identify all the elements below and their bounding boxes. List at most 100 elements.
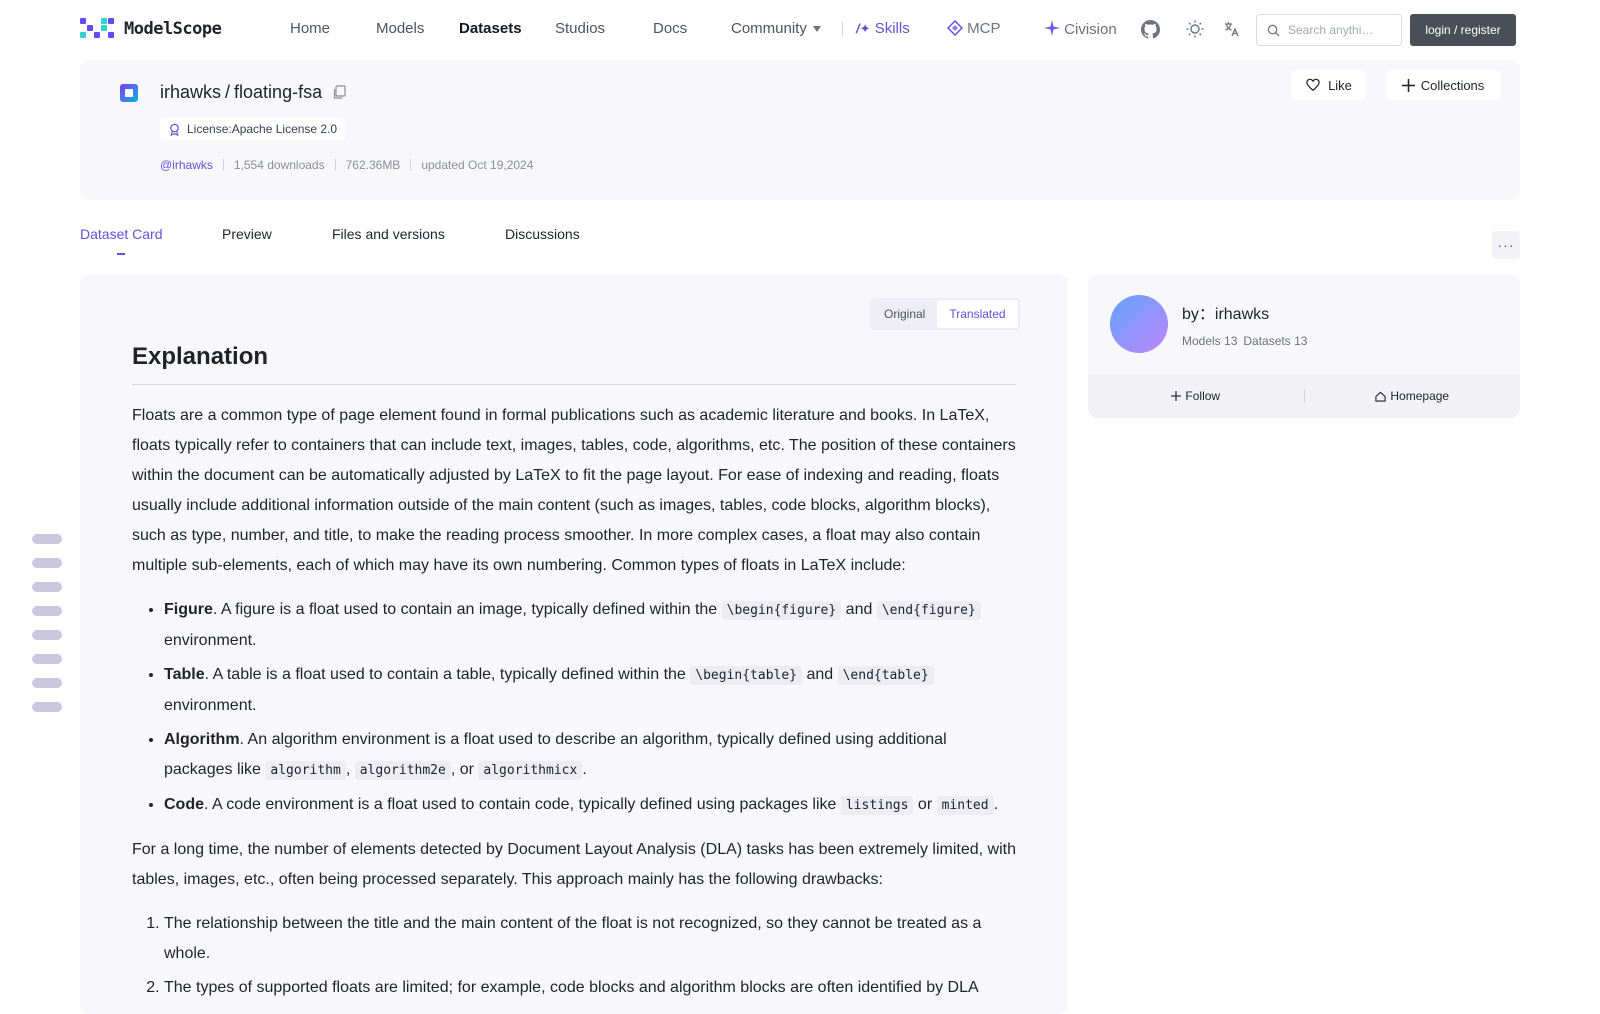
search-input[interactable] <box>1288 23 1388 37</box>
list-term: Figure <box>164 601 213 618</box>
list-item: The relationship between the title and t… <box>164 909 1016 969</box>
nav-mcp[interactable]: MCP <box>946 19 1001 37</box>
nav-community[interactable]: Community <box>731 20 821 37</box>
avatar[interactable] <box>1110 295 1168 353</box>
toc-marker[interactable] <box>32 630 62 640</box>
download-count: 1,554 downloads <box>233 158 325 172</box>
search-box[interactable] <box>1256 14 1402 46</box>
theme-sun-icon[interactable] <box>1185 19 1205 39</box>
nav-skills[interactable]: /✦ Skills <box>856 20 910 37</box>
modelscope-logo[interactable]: ModelScope <box>80 18 222 40</box>
title-slash: / <box>225 82 231 102</box>
toc-marker[interactable] <box>32 582 62 592</box>
nav-studios[interactable]: Studios <box>555 20 605 37</box>
nav-docs[interactable]: Docs <box>653 20 687 37</box>
nav-models[interactable]: Models <box>376 20 424 37</box>
nav-mcp-label: MCP <box>967 20 1001 37</box>
dataset-logo-icon <box>120 84 138 102</box>
homepage-button[interactable]: Homepage <box>1305 389 1521 403</box>
license-badge-icon <box>170 123 179 136</box>
github-icon[interactable] <box>1140 19 1160 39</box>
list-item: The types of supported floats are limite… <box>164 973 1016 1003</box>
updated-date: updated Oct 19,2024 <box>421 158 534 172</box>
nav-home[interactable]: Home <box>290 20 330 37</box>
dataset-size: 762.36MB <box>345 158 401 172</box>
inline-code: \begin{table} <box>690 666 802 685</box>
toc-marker[interactable] <box>32 654 62 664</box>
translation-toggle: Original Translated <box>870 298 1020 330</box>
list-text: environment. <box>164 697 257 714</box>
inline-code: minted <box>936 796 994 815</box>
paragraph: Floats are a common type of page element… <box>132 407 1016 574</box>
like-label: Like <box>1328 77 1352 93</box>
home-icon <box>1375 391 1387 402</box>
author-models-count[interactable]: Models 13 <box>1182 334 1237 348</box>
author-datasets-count[interactable]: Datasets 13 <box>1243 334 1307 348</box>
nav-community-label: Community <box>731 20 807 37</box>
toc-marker[interactable] <box>32 606 62 616</box>
author-name[interactable]: by：irhawks <box>1182 300 1269 324</box>
list-term: Table <box>164 666 205 683</box>
tab-dataset-card[interactable]: Dataset Card <box>80 226 162 255</box>
collections-button[interactable]: Collections <box>1386 70 1500 100</box>
translated-toggle[interactable]: Translated <box>937 300 1018 328</box>
tab-discussions[interactable]: Discussions <box>505 226 580 242</box>
dataset-header-card: irhawks / floating-fsa License:Apache Li… <box>80 60 1520 200</box>
toc-outline <box>32 534 62 726</box>
license-tag[interactable]: License:Apache License 2.0 <box>160 118 346 140</box>
dataset-name: floating-fsa <box>234 82 323 102</box>
inline-code: algorithmicx <box>478 761 583 780</box>
owner-handle-link[interactable]: @irhawks <box>160 158 213 172</box>
collections-label: Collections <box>1420 77 1485 93</box>
list-text: , <box>345 761 355 778</box>
dataset-owner-link[interactable]: irhawks <box>160 82 221 103</box>
section-heading: Explanation <box>132 342 1016 385</box>
author-card: by：irhawks Models 13 Datasets 13 Follow … <box>1088 274 1520 418</box>
list-item: Algorithm. An algorithm environment is a… <box>164 725 1016 786</box>
follow-label: Follow <box>1185 389 1221 403</box>
author-actions: Follow Homepage <box>1088 374 1520 418</box>
tab-files-and-versions[interactable]: Files and versions <box>332 226 445 242</box>
inline-code: algorithm2e <box>354 761 451 780</box>
tab-preview[interactable]: Preview <box>222 226 272 242</box>
inline-code: \begin{figure} <box>721 601 842 620</box>
nav-civision-label: Civision <box>1064 21 1117 38</box>
login-register-button[interactable]: login / register <box>1410 14 1516 46</box>
dataset-card-content: Original Translated Explanation Floats a… <box>80 274 1068 1014</box>
like-button[interactable]: Like <box>1292 70 1366 100</box>
meta-divider <box>410 159 412 171</box>
toc-marker[interactable] <box>32 702 62 712</box>
list-term: Algorithm <box>164 731 240 748</box>
list-text: . A code environment is a float used to … <box>204 796 841 813</box>
logo-text: ModelScope <box>124 19 222 39</box>
dataset-title: irhawks / floating-fsa <box>160 82 347 103</box>
list-item: Table. A table is a float used to contai… <box>164 660 1016 721</box>
follow-button[interactable]: Follow <box>1088 389 1304 403</box>
list-text: . A figure is a float used to contain an… <box>212 601 722 618</box>
logo-mark-icon <box>80 18 118 40</box>
nav-civision[interactable]: Civision <box>1044 20 1117 38</box>
list-text: . A table is a float used to contain a t… <box>204 666 691 683</box>
inline-code: \end{table} <box>837 666 934 685</box>
license-text: License:Apache License 2.0 <box>187 122 338 136</box>
list-item: Code. A code environment is a float used… <box>164 790 1016 821</box>
meta-divider <box>334 159 336 171</box>
nav-datasets[interactable]: Datasets <box>459 20 522 37</box>
list-text: and <box>841 601 877 618</box>
original-toggle[interactable]: Original <box>872 300 937 328</box>
caret-down-icon <box>812 26 821 33</box>
toc-marker[interactable] <box>32 558 62 568</box>
list-text: environment. <box>164 632 257 649</box>
plus-icon <box>1401 78 1415 92</box>
toc-marker[interactable] <box>32 678 62 688</box>
plus-icon <box>1171 391 1182 401</box>
inline-code: \end{figure} <box>876 601 981 620</box>
list-text: . <box>582 761 587 778</box>
list-text: or <box>913 796 937 813</box>
language-icon[interactable] <box>1222 19 1242 39</box>
toc-marker[interactable] <box>32 534 62 544</box>
nav-skills-label: Skills <box>874 20 910 37</box>
copy-icon[interactable] <box>332 85 347 100</box>
list-text: , or <box>450 761 479 778</box>
more-options-button[interactable]: ··· <box>1492 231 1520 259</box>
